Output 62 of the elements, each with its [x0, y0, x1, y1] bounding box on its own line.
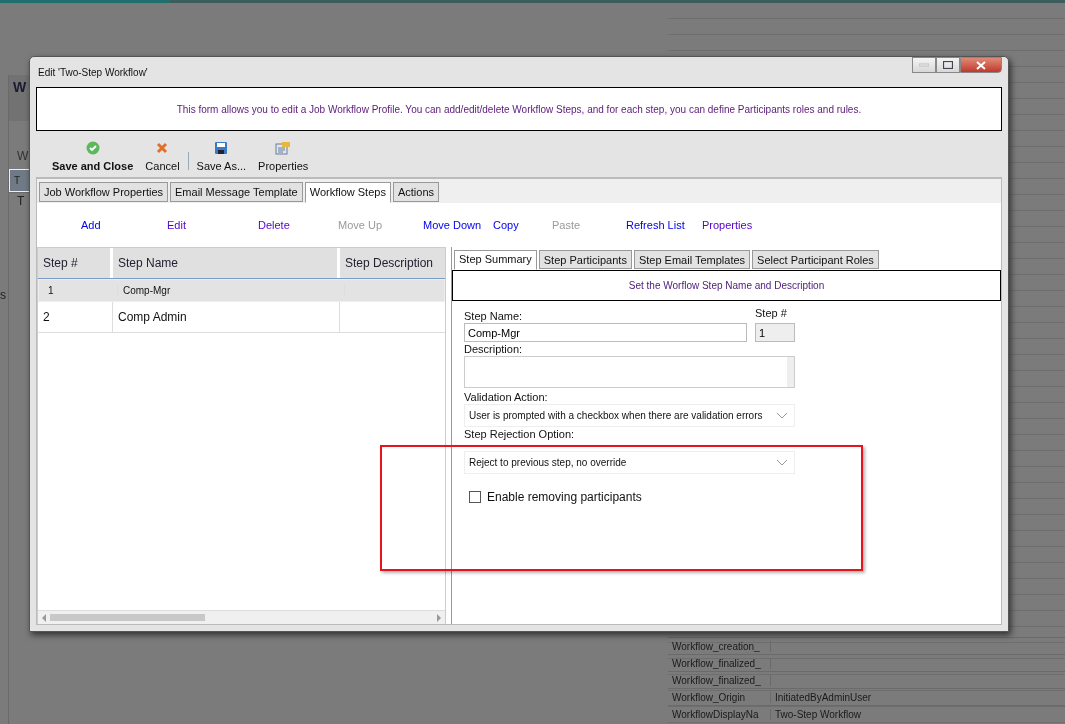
table-cell: Workflow_Origin [668, 691, 771, 703]
tab[interactable]: Actions [392, 182, 439, 202]
table-row[interactable]: 1 Comp-Mgr [38, 279, 445, 302]
table-cell: Comp-Mgr [118, 285, 345, 296]
field-label: Step Rejection Option: [464, 427, 575, 441]
action-link[interactable]: Move Down [423, 219, 493, 231]
tab[interactable]: Job Workflow Properties [39, 182, 168, 202]
tab[interactable]: Workflow Steps [304, 182, 391, 203]
toolbar-button[interactable]: Cancel [141, 141, 184, 172]
table-cell: 1 [43, 285, 118, 296]
table-cell: Comp Admin [113, 302, 340, 332]
action-link[interactable]: Properties [702, 219, 753, 231]
section-header-text: Set the Worflow Step Name and Description [628, 280, 825, 291]
chevron-down-icon [776, 412, 788, 419]
tab[interactable]: Step Email Templates [633, 250, 751, 269]
action-link[interactable]: Edit [167, 219, 258, 231]
document-icon [275, 141, 292, 155]
horizontal-scrollbar[interactable] [38, 610, 445, 624]
rejection-dropdown[interactable]: Reject to previous step, no override [464, 451, 795, 474]
step-number-field[interactable]: 1 [755, 323, 795, 342]
action-link[interactable]: Copy [493, 219, 552, 231]
field-label: Description: [464, 342, 523, 356]
tab[interactable]: Step Summary [454, 250, 537, 270]
right-arrow-icon[interactable] [436, 613, 442, 622]
toolbar-button[interactable]: Save As... [192, 141, 251, 172]
side-label: s [0, 288, 6, 302]
table-cell: WorkflowDisplayNa [668, 708, 771, 720]
column-header[interactable]: Step Description [340, 248, 445, 278]
description-field[interactable] [464, 356, 795, 388]
info-text: This form allows you to edit a Job Workflow Profile. You can add/edit/delete Workflow Steps, and for each step, you can define Participants roles and rules. [176, 103, 862, 115]
action-link[interactable]: Refresh List [626, 219, 702, 231]
checkbox-label: Enable removing participants [487, 490, 642, 504]
tab[interactable]: Select Participant Roles [752, 250, 879, 269]
field-label: Step Name: [464, 309, 523, 323]
step-name-field[interactable]: Comp-Mgr [464, 323, 747, 342]
checkbox[interactable] [469, 491, 481, 503]
table-cell-text: InitiatedByAdminUser [774, 691, 872, 703]
close-button[interactable] [960, 57, 1002, 73]
field-label: Step # [755, 307, 787, 321]
window-title: Edit 'Two-Step Workflow' [37, 66, 148, 78]
check-icon [85, 141, 100, 155]
panel-label: W [16, 148, 30, 165]
action-link[interactable]: Add [81, 219, 167, 231]
action-link[interactable]: Delete [258, 219, 338, 231]
table-cell: 2 [38, 302, 113, 332]
table-cell: Workflow_creation_ [668, 640, 771, 652]
field-label: Validation Action: [464, 390, 548, 404]
table-cell: Workflow_finalized_ [668, 657, 771, 669]
toolbar-button[interactable]: Properties [254, 141, 313, 172]
validation-dropdown[interactable]: User is prompted with a checkbox when there are validation errors [464, 404, 795, 427]
left-arrow-icon[interactable] [41, 613, 47, 622]
tab[interactable]: Step Participants [538, 250, 632, 269]
tab[interactable]: Email Message Template [170, 182, 303, 202]
close-icon [976, 60, 986, 70]
table-cell: Workflow_finalized_ [668, 674, 771, 686]
maximize-button[interactable] [936, 57, 960, 73]
table-row[interactable]: 2 Comp Admin [38, 302, 445, 333]
chevron-down-icon [776, 459, 788, 466]
toolbar-button[interactable]: Save and Close [48, 141, 138, 172]
restore-icon [943, 61, 953, 69]
table-cell-text: Two-Step Workflow [774, 708, 861, 720]
close-icon [155, 141, 170, 155]
